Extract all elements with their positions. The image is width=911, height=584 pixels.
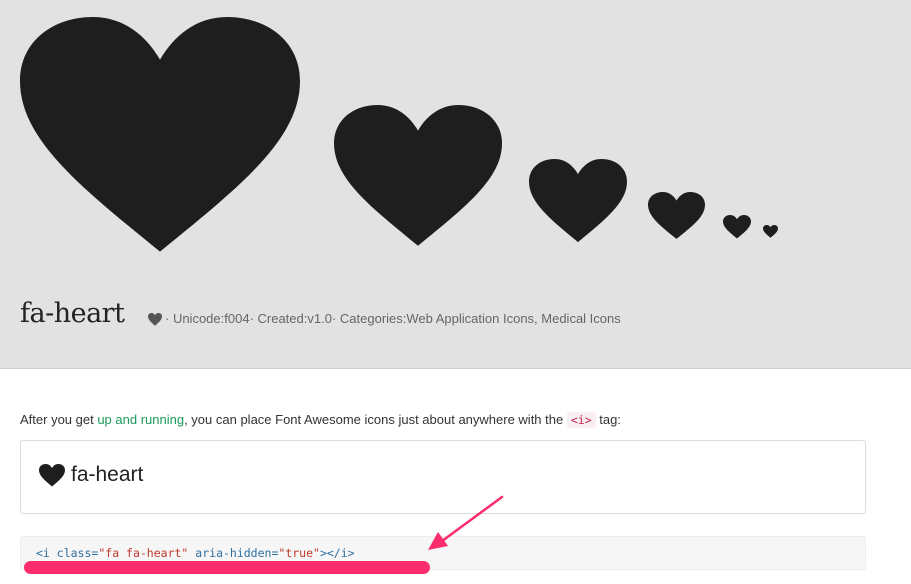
meta-created-prefix: · Created: [249,311,308,326]
meta-categories-prefix: · Categories: [331,311,407,326]
icon-meta: · Unicode: f004 · Created: v1.0 · Catego… [148,310,621,328]
meta-unicode-prefix: · Unicode: [165,311,225,326]
meta-unicode: f004 [224,311,250,326]
code-val-class: "fa fa-heart" [98,546,189,560]
meta-created: v1.0 [307,311,332,326]
heart-icon [39,463,65,486]
intro-after: tag: [595,412,621,427]
heart-icon-md [529,159,627,243]
intro-before: After you get [20,412,98,427]
heart-icon-sm [648,192,705,239]
code-attr-class: class= [56,546,99,560]
heart-icon-xxs [763,225,778,238]
code-close-tag: ></i> [319,546,355,560]
highlight-annotation [24,561,430,574]
icon-title: fa-heart [20,298,125,329]
heart-icon-lg [334,105,502,246]
heart-icon [148,312,162,326]
i-tag-code: <i> [566,412,596,428]
heart-icon-xl [20,17,300,252]
intro-middle: , you can place Font Awesome icons just … [184,412,567,427]
icon-demo-label: fa-heart [71,463,144,486]
intro-text: After you get up and running, you can pl… [20,410,621,430]
icon-demo: fa-heart [39,463,143,487]
code-attr-aria: aria-hidden= [195,546,279,560]
code-line: <i class="fa fa-heart" aria-hidden="true… [36,545,355,561]
icon-hero: fa-heart · Unicode: f004 · Created: v1.0… [0,0,911,369]
meta-categories: Web Application Icons, Medical Icons [406,311,621,326]
arrow-annotation [428,495,504,550]
up-and-running-link[interactable]: up and running [97,412,184,427]
code-open-tag: <i [36,546,50,560]
code-val-aria: "true" [278,546,320,560]
heart-icon-xs [723,215,751,239]
